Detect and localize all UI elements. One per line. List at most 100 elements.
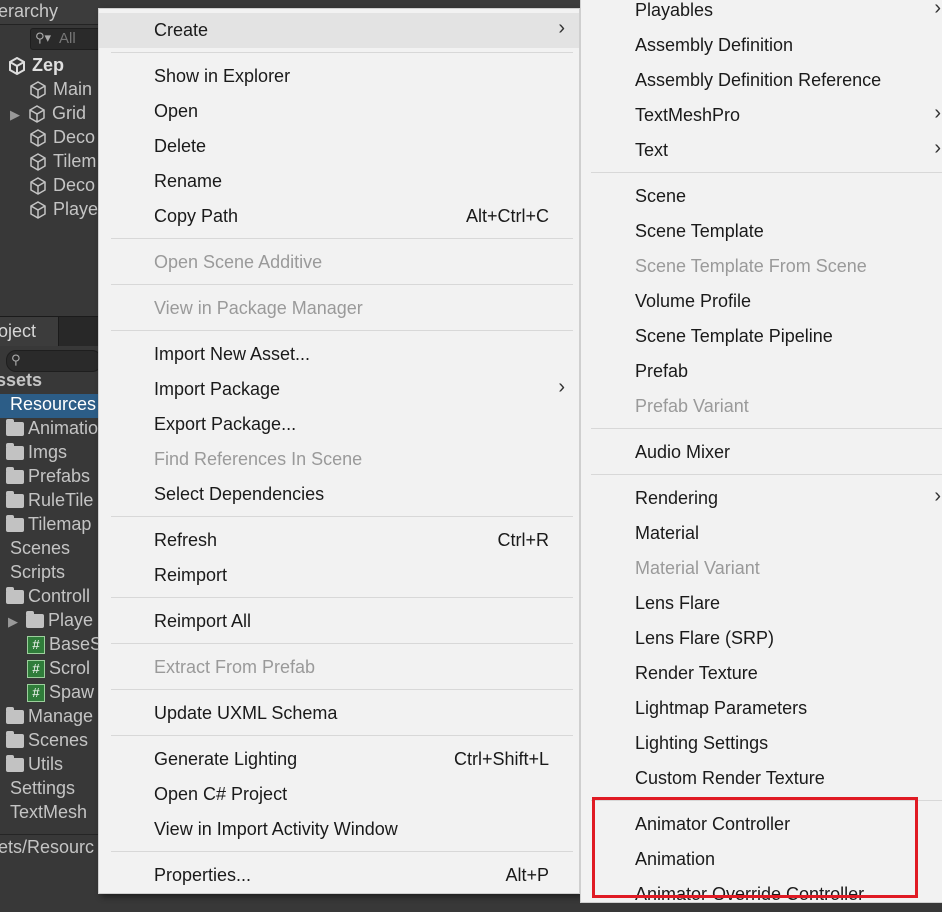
submenu-item-scene[interactable]: Scene — [581, 179, 942, 214]
submenu-item-scene-template-pipeline[interactable]: Scene Template Pipeline — [581, 319, 942, 354]
submenu-item-volume-profile[interactable]: Volume Profile — [581, 284, 942, 319]
menu-item-copy-path[interactable]: Copy Path Alt+Ctrl+C — [99, 199, 579, 234]
menu-separator — [111, 597, 573, 598]
submenu-item-custom-render-texture[interactable]: Custom Render Texture — [581, 761, 942, 796]
submenu-item-lighting-settings[interactable]: Lighting Settings — [581, 726, 942, 761]
menu-item-properties[interactable]: Properties... Alt+P — [99, 858, 579, 893]
menu-item-show-in-explorer[interactable]: Show in Explorer — [99, 59, 579, 94]
menu-item-generate-lighting[interactable]: Generate Lighting Ctrl+Shift+L — [99, 742, 579, 777]
submenu-item-assembly-definition-reference[interactable]: Assembly Definition Reference — [581, 63, 942, 98]
menu-separator — [111, 689, 573, 690]
menu-item-label: Scene — [635, 186, 687, 206]
menu-item-label: Custom Render Texture — [635, 768, 825, 788]
project-item[interactable]: # Spaw — [27, 682, 100, 706]
project-item[interactable]: Animatio — [6, 418, 100, 442]
hierarchy-item[interactable]: Tilem — [29, 151, 100, 175]
menu-item-view-in-import-activity-window[interactable]: View in Import Activity Window — [99, 812, 579, 847]
scene-row[interactable]: Zep — [8, 55, 100, 79]
project-item[interactable]: ▶ Playe — [8, 610, 100, 634]
project-item-label: TextMesh — [10, 802, 88, 822]
menu-item-delete[interactable]: Delete — [99, 129, 579, 164]
menu-item-open[interactable]: Open — [99, 94, 579, 129]
project-search-input[interactable]: ⚲ — [6, 350, 100, 372]
hierarchy-item[interactable]: Main — [29, 79, 100, 103]
menu-item-label: Open Scene Additive — [154, 252, 323, 272]
folder-icon — [6, 419, 24, 437]
project-item[interactable]: Settings — [10, 778, 100, 802]
menu-item-label: Prefab — [635, 361, 689, 381]
tab-project-label: oject — [0, 321, 37, 341]
menu-item-label: Open — [154, 101, 199, 121]
project-item[interactable]: # Scrol — [27, 658, 100, 682]
menu-item-label: Select Dependencies — [154, 484, 325, 504]
submenu-item-material-variant: Material Variant — [581, 551, 942, 586]
submenu-item-scene-template[interactable]: Scene Template — [581, 214, 942, 249]
project-item[interactable]: Utils — [6, 754, 100, 778]
hierarchy-item-label: Tilem — [53, 151, 97, 171]
menu-item-label: Lighting Settings — [635, 733, 769, 753]
menu-item-shortcut: Ctrl+Shift+L — [453, 749, 549, 769]
project-item[interactable]: Controll — [6, 586, 100, 610]
submenu-item-assembly-definition[interactable]: Assembly Definition — [581, 28, 942, 63]
menu-item-open-csharp-project[interactable]: Open C# Project — [99, 777, 579, 812]
submenu-item-textmeshpro[interactable]: TextMeshPro › — [581, 98, 942, 133]
hierarchy-item-label: Deco — [53, 127, 96, 147]
submenu-item-lens-flare[interactable]: Lens Flare — [581, 586, 942, 621]
menu-item-label: Rename — [154, 171, 223, 191]
menu-item-label: Extract From Prefab — [154, 657, 316, 677]
menu-item-shortcut: Alt+P — [505, 865, 549, 885]
project-item[interactable]: # BaseS — [27, 634, 100, 658]
project-item[interactable]: Imgs — [6, 442, 100, 466]
menu-item-label: Update UXML Schema — [154, 703, 338, 723]
menu-item-import-new-asset[interactable]: Import New Asset... — [99, 337, 579, 372]
submenu-item-rendering[interactable]: Rendering › — [581, 481, 942, 516]
project-item[interactable]: Resources — [0, 394, 100, 418]
submenu-item-audio-mixer[interactable]: Audio Mixer — [581, 435, 942, 470]
submenu-item-lightmap-parameters[interactable]: Lightmap Parameters — [581, 691, 942, 726]
menu-item-reimport-all[interactable]: Reimport All — [99, 604, 579, 639]
menu-separator — [111, 643, 573, 644]
menu-item-open-scene-additive: Open Scene Additive — [99, 245, 579, 280]
hierarchy-item[interactable]: ▶ Grid — [10, 103, 100, 127]
project-item[interactable]: Scenes — [6, 730, 100, 754]
project-item[interactable]: Prefabs — [6, 466, 100, 490]
hierarchy-search-input[interactable]: ⚲▾ All — [30, 28, 100, 50]
menu-item-update-uxml-schema[interactable]: Update UXML Schema — [99, 696, 579, 731]
hierarchy-item[interactable]: Playe — [29, 199, 100, 223]
gameobject-icon — [30, 153, 46, 172]
submenu-item-render-texture[interactable]: Render Texture — [581, 656, 942, 691]
menu-item-label: Find References In Scene — [154, 449, 363, 469]
menu-separator — [591, 428, 942, 429]
csharp-script-icon: # — [27, 636, 45, 655]
menu-item-shortcut: Ctrl+R — [497, 530, 549, 550]
submenu-item-lens-flare-srp[interactable]: Lens Flare (SRP) — [581, 621, 942, 656]
hierarchy-title[interactable]: erarchy — [0, 1, 58, 22]
menu-item-refresh[interactable]: Refresh Ctrl+R — [99, 523, 579, 558]
project-item[interactable]: Tilemap — [6, 514, 100, 538]
hierarchy-item[interactable]: Deco — [29, 127, 100, 151]
project-item[interactable]: RuleTile — [6, 490, 100, 514]
submenu-item-playables[interactable]: Playables › — [581, 0, 942, 28]
menu-item-label: Audio Mixer — [635, 442, 731, 462]
menu-item-reimport[interactable]: Reimport — [99, 558, 579, 593]
expand-arrow-icon[interactable]: ▶ — [8, 614, 20, 630]
submenu-item-prefab[interactable]: Prefab — [581, 354, 942, 389]
menu-item-create[interactable]: Create › — [99, 13, 579, 48]
menu-item-import-package[interactable]: Import Package › — [99, 372, 579, 407]
csharp-script-icon: # — [27, 660, 45, 679]
project-item[interactable]: Scripts — [10, 562, 100, 586]
hierarchy-item[interactable]: Deco — [29, 175, 100, 199]
submenu-item-text[interactable]: Text › — [581, 133, 942, 168]
menu-item-rename[interactable]: Rename — [99, 164, 579, 199]
project-item[interactable]: Scenes — [10, 538, 100, 562]
folder-icon — [6, 515, 24, 533]
project-item-label: Scenes — [28, 730, 89, 750]
submenu-item-material[interactable]: Material — [581, 516, 942, 551]
menu-item-label: Export Package... — [154, 414, 297, 434]
project-item[interactable]: TextMesh — [10, 802, 100, 826]
expand-arrow-icon[interactable]: ▶ — [10, 107, 22, 123]
project-item[interactable]: Manage — [6, 706, 100, 730]
tab-project[interactable]: oject — [0, 317, 59, 347]
menu-item-export-package[interactable]: Export Package... — [99, 407, 579, 442]
menu-item-select-dependencies[interactable]: Select Dependencies — [99, 477, 579, 512]
